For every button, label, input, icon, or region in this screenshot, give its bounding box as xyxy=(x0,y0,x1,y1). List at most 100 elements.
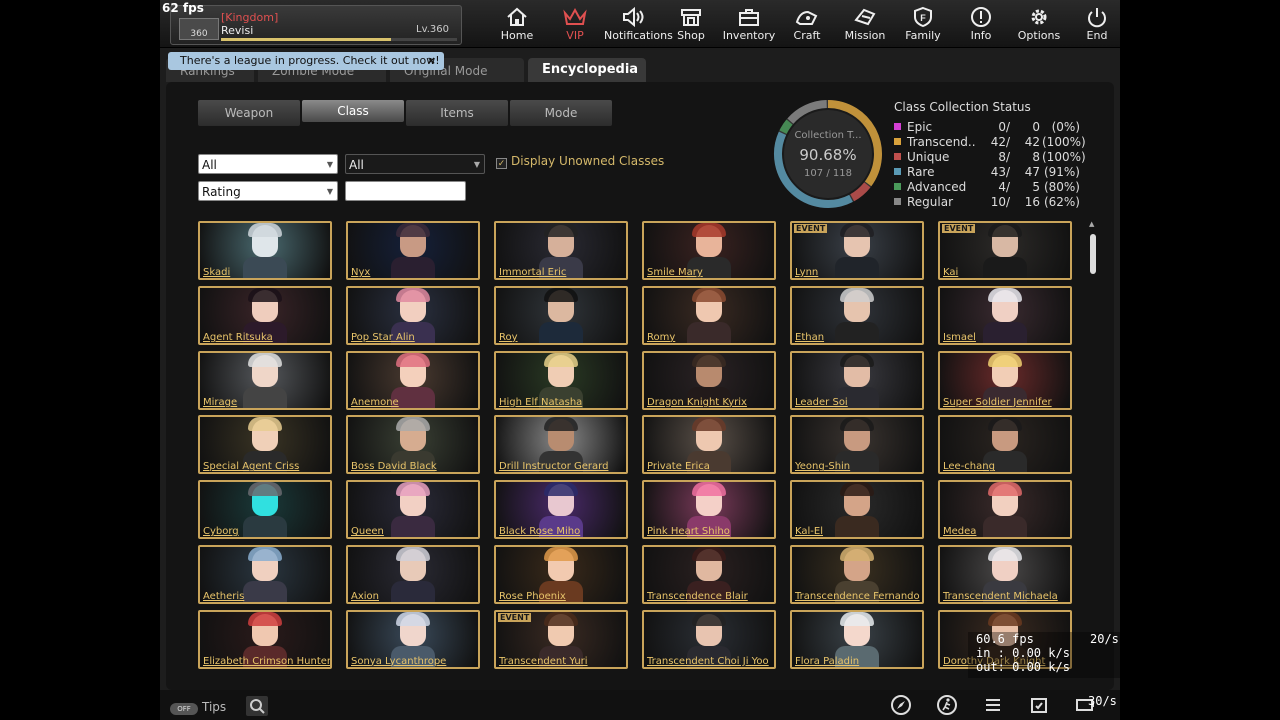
nav-home[interactable]: Home xyxy=(488,0,546,48)
nav-vip[interactable]: VIP xyxy=(546,0,604,48)
class-card[interactable]: Yeong-Shin xyxy=(790,415,924,475)
sort-select[interactable]: Rating ▼ xyxy=(198,181,338,201)
class-name: Pink Heart Shiho xyxy=(647,526,730,538)
class-card[interactable]: EVENT Transcendent Yuri xyxy=(494,609,628,669)
class-card[interactable]: Sonya Lycanthrope xyxy=(346,609,480,669)
filter-type-select[interactable]: All ▼ xyxy=(345,154,485,174)
class-card[interactable]: High Elf Natasha xyxy=(494,350,628,410)
class-name: Aetheris xyxy=(203,591,245,602)
rarity-percent: (100%) xyxy=(1042,135,1086,149)
compass-icon[interactable] xyxy=(890,694,936,716)
runner-icon[interactable] xyxy=(936,694,982,716)
class-card[interactable]: Rose Phoenix xyxy=(494,545,628,604)
portrait-body xyxy=(391,257,435,278)
class-name: Boss David Black xyxy=(351,461,437,473)
subtab-weapon[interactable]: Weapon xyxy=(198,100,300,126)
class-name: Cyborg xyxy=(203,526,239,538)
class-card[interactable]: Axion xyxy=(346,545,480,604)
class-card[interactable]: Transcendence Fernando xyxy=(790,545,924,604)
nav-end[interactable]: End xyxy=(1068,0,1120,48)
class-card[interactable]: Boss David Black xyxy=(346,415,480,475)
class-card[interactable]: Pop Star Alin xyxy=(346,285,480,345)
class-card[interactable]: Romy xyxy=(642,285,776,345)
class-card[interactable]: Leader Soi xyxy=(790,350,924,410)
tab-encyclopedia[interactable]: Encyclopedia xyxy=(528,58,646,82)
class-card[interactable]: Aetheris xyxy=(198,545,332,604)
class-card[interactable]: Transcendent Choi Ji Yoo xyxy=(642,609,776,669)
subtab-items[interactable]: Items xyxy=(406,100,508,126)
filter-rarity-select[interactable]: All ▼ xyxy=(198,154,338,174)
subtab-mode[interactable]: Mode xyxy=(510,100,612,126)
display-unowned-toggle[interactable]: ✓ Display Unowned Classes xyxy=(496,154,664,169)
player-profile[interactable]: 360 [Kingdom] Revisi Lv.360 xyxy=(170,5,462,45)
rarity-swatch xyxy=(894,123,901,130)
class-card[interactable]: Transcendence Blair xyxy=(642,545,776,604)
portrait-hair xyxy=(692,417,726,432)
class-card[interactable]: Cyborg xyxy=(198,480,332,540)
nav-family[interactable]: F Family xyxy=(894,0,952,48)
nav-craft[interactable]: Craft xyxy=(778,0,836,48)
portrait-body xyxy=(539,321,583,343)
rarity-total: 5 xyxy=(1032,180,1040,194)
class-card[interactable]: Immortal Eric xyxy=(494,221,628,280)
list-icon[interactable] xyxy=(982,694,1028,716)
class-name: Transcendence Fernando xyxy=(795,591,920,602)
scroll-thumb[interactable] xyxy=(1090,234,1096,274)
class-card[interactable]: Ismael xyxy=(938,285,1072,345)
class-card[interactable]: Kal-El xyxy=(790,480,924,540)
class-card[interactable]: Dragon Knight Kyrix xyxy=(642,350,776,410)
class-card[interactable]: Skadi xyxy=(198,221,332,280)
class-name: Lynn xyxy=(795,267,819,278)
league-tooltip[interactable]: There's a league in progress. Check it o… xyxy=(168,52,444,70)
class-card[interactable]: Mirage xyxy=(198,350,332,410)
tips-switch[interactable]: OFF xyxy=(170,703,198,715)
mission-icon xyxy=(836,6,894,28)
class-card[interactable]: Elizabeth Crimson Hunter xyxy=(198,609,332,669)
bottom-icons xyxy=(890,694,1120,716)
class-card[interactable]: Lee-chang xyxy=(938,415,1072,475)
display-unowned-checkbox[interactable]: ✓ xyxy=(496,158,507,169)
portrait-hair xyxy=(988,352,1022,367)
nav-notifications[interactable]: Notifications xyxy=(604,0,673,48)
search-input[interactable] xyxy=(345,181,466,201)
class-name: Ethan xyxy=(795,331,825,343)
class-card[interactable]: Smile Mary xyxy=(642,221,776,280)
class-card[interactable]: Roy xyxy=(494,285,628,345)
class-card[interactable]: Transcendent Michaela xyxy=(938,545,1072,604)
nav-inventory[interactable]: Inventory xyxy=(720,0,778,48)
subtab-class[interactable]: Class xyxy=(302,100,404,122)
search-icon[interactable] xyxy=(246,696,268,716)
class-card[interactable]: Special Agent Criss xyxy=(198,415,332,475)
class-card[interactable]: EVENT Lynn xyxy=(790,221,924,280)
nav-info[interactable]: Info xyxy=(952,0,1010,48)
portrait-hair xyxy=(692,223,726,237)
class-card[interactable]: Drill Instructor Gerard xyxy=(494,415,628,475)
calendar-icon[interactable] xyxy=(1028,694,1074,716)
class-card[interactable]: Pink Heart Shiho xyxy=(642,480,776,540)
nav-shop[interactable]: Shop xyxy=(662,0,720,48)
class-card[interactable]: Agent Ritsuka xyxy=(198,285,332,345)
tips-toggle[interactable]: OFF Tips xyxy=(170,700,226,715)
portrait-hair xyxy=(988,223,1022,237)
portrait-body xyxy=(391,581,435,602)
class-card[interactable]: Queen xyxy=(346,480,480,540)
portrait-body xyxy=(687,321,731,343)
scroll-up-icon[interactable]: ▲ xyxy=(1089,220,1094,228)
class-card[interactable]: EVENT Kai xyxy=(938,221,1072,280)
class-card[interactable]: Private Erica xyxy=(642,415,776,475)
class-card[interactable]: Nyx xyxy=(346,221,480,280)
class-card[interactable]: Black Rose Miho xyxy=(494,480,628,540)
class-name: Leader Soi xyxy=(795,396,848,408)
nav-mission[interactable]: Mission xyxy=(836,0,894,48)
class-card[interactable]: Medea xyxy=(938,480,1072,540)
class-card[interactable]: Flora Paladin xyxy=(790,609,924,669)
nav-options[interactable]: Options xyxy=(1010,0,1068,48)
class-card[interactable]: Anemone xyxy=(346,350,480,410)
grid-scrollbar[interactable]: ▲ xyxy=(1089,220,1096,672)
class-card[interactable]: Ethan xyxy=(790,285,924,345)
close-icon[interactable]: × xyxy=(427,52,436,70)
class-card[interactable]: Super Soldier Jennifer xyxy=(938,350,1072,410)
svg-text:F: F xyxy=(920,13,926,23)
status-title: Class Collection Status xyxy=(894,100,1031,114)
rarity-name: Rare xyxy=(907,165,935,179)
